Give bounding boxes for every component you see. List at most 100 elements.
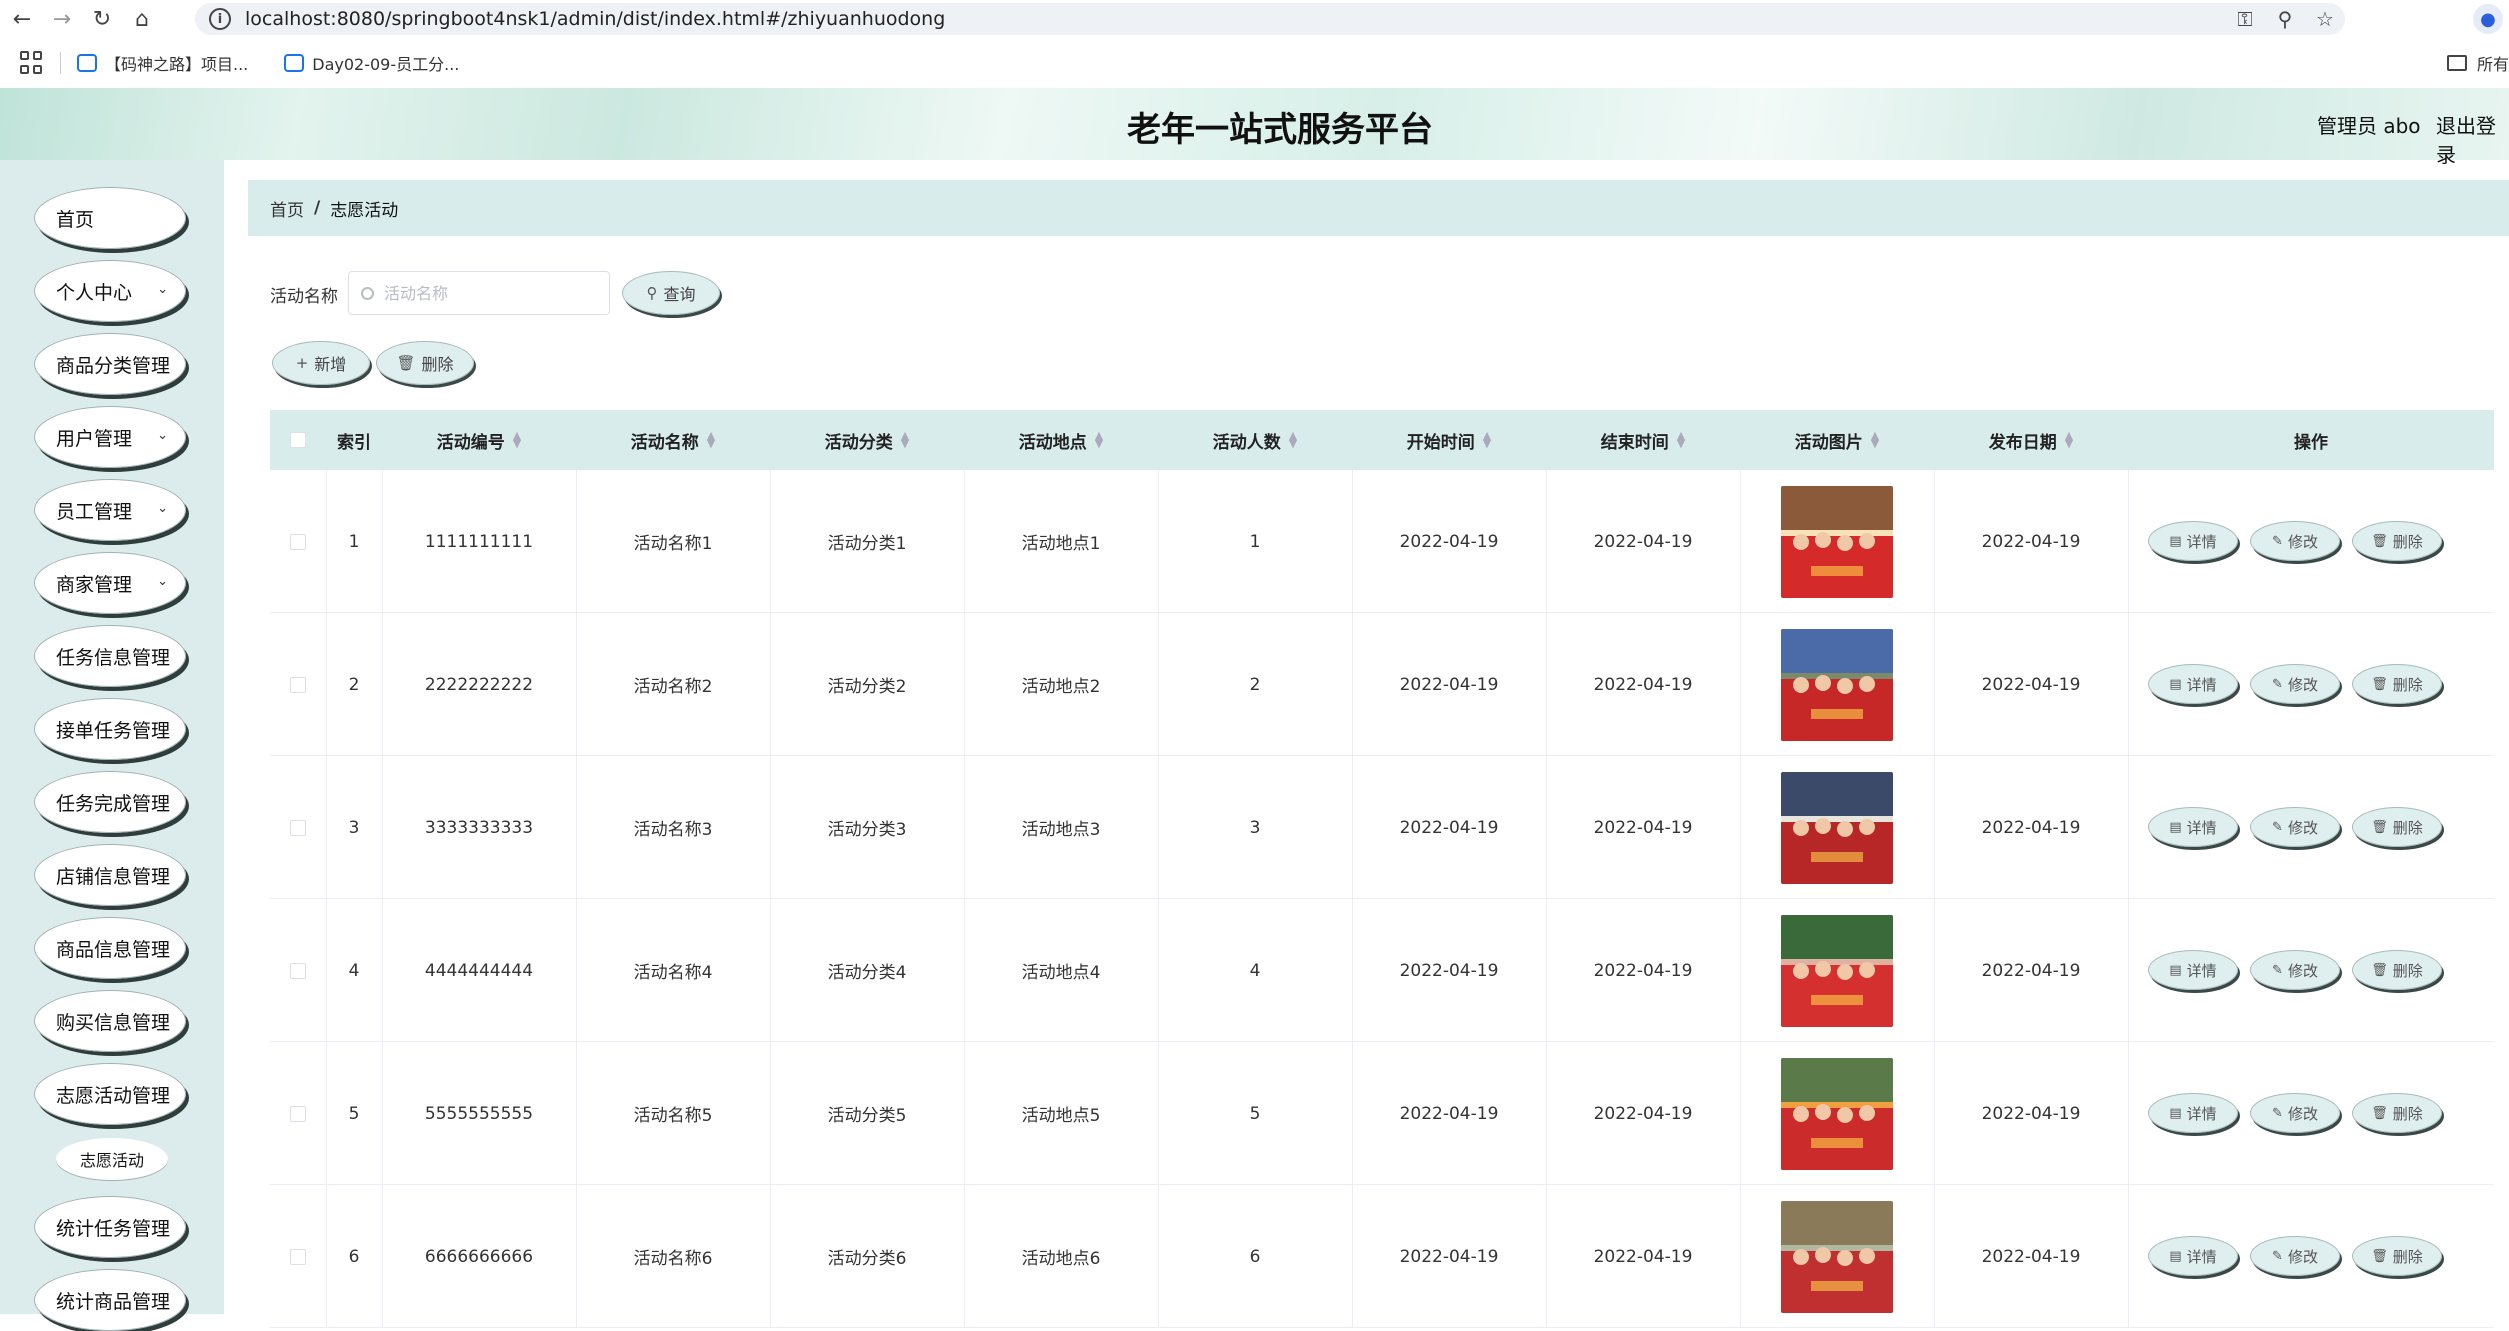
- row-checkbox[interactable]: [290, 962, 306, 979]
- delete-button[interactable]: 🗑 删除: [2352, 1236, 2442, 1276]
- profile-icon[interactable]: ●: [2473, 4, 2503, 34]
- add-button[interactable]: + 新增: [272, 341, 370, 385]
- select-cell: [270, 899, 326, 1042]
- column-header[interactable]: 活动编号 ▲ ▼: [382, 410, 576, 470]
- delete-button[interactable]: 🗑 删除: [2352, 1093, 2442, 1133]
- edit-button-label: 修改: [2287, 961, 2318, 980]
- home-icon[interactable]: ⌂: [124, 1, 160, 37]
- column-header[interactable]: 活动图片 ▲ ▼: [1740, 410, 1934, 470]
- edit-button[interactable]: ✎ 修改: [2250, 1093, 2340, 1133]
- batch-delete-button[interactable]: 🗑 删除: [376, 341, 474, 385]
- sidebar-subitem-volunteer-activity[interactable]: 志愿活动: [56, 1138, 168, 1180]
- sidebar-item-purchase-info[interactable]: 购买信息管理: [34, 990, 186, 1052]
- sidebar-item-task-statistics[interactable]: 统计任务管理: [34, 1196, 186, 1258]
- column-header[interactable]: 活动名称 ▲ ▼: [576, 410, 770, 470]
- sidebar-item-home[interactable]: 首页: [34, 187, 186, 249]
- edit-button[interactable]: ✎ 修改: [2250, 664, 2340, 704]
- edit-button[interactable]: ✎ 修改: [2250, 521, 2340, 561]
- sidebar-item-label: 员工管理: [56, 500, 133, 523]
- column-header[interactable]: 活动地点 ▲ ▼: [964, 410, 1158, 470]
- edit-button-label: 修改: [2287, 818, 2318, 837]
- apps-grid-icon[interactable]: [20, 51, 44, 75]
- search-input[interactable]: [382, 282, 582, 304]
- star-icon[interactable]: ☆: [2305, 7, 2345, 31]
- sort-icon[interactable]: ▲ ▼: [1483, 430, 1491, 449]
- bookmark-item[interactable]: 【码神之路】项目...: [77, 51, 248, 75]
- sidebar-item-merchant-management[interactable]: 商家管理 ⌄: [34, 552, 186, 614]
- detail-button[interactable]: ▤ 详情: [2148, 1236, 2238, 1276]
- row-checkbox[interactable]: [290, 1248, 306, 1265]
- sort-icon[interactable]: ▲ ▼: [901, 430, 909, 449]
- sidebar-item-volunteer-management[interactable]: 志愿活动管理: [34, 1063, 186, 1125]
- sidebar-item-product-category[interactable]: 商品分类管理: [34, 333, 186, 395]
- activity-photo[interactable]: [1781, 1057, 1893, 1170]
- sort-icon[interactable]: ▲ ▼: [707, 430, 715, 449]
- column-header[interactable]: 开始时间 ▲ ▼: [1352, 410, 1546, 470]
- sort-icon[interactable]: ▲ ▼: [1289, 430, 1297, 449]
- sidebar-item-label: 个人中心: [56, 281, 133, 304]
- sort-icon[interactable]: ▲ ▼: [513, 430, 521, 449]
- sort-icon[interactable]: ▲ ▼: [2065, 430, 2073, 449]
- site-info-icon[interactable]: i: [209, 8, 231, 30]
- detail-button[interactable]: ▤ 详情: [2148, 1093, 2238, 1133]
- detail-button[interactable]: ▤ 详情: [2148, 807, 2238, 847]
- row-checkbox[interactable]: [290, 533, 306, 550]
- bookmarks-divider: [60, 52, 61, 74]
- breadcrumb-home[interactable]: 首页: [270, 196, 304, 221]
- activity-photo[interactable]: [1781, 1200, 1893, 1313]
- activity-photo[interactable]: [1781, 771, 1893, 884]
- activity-photo[interactable]: [1781, 485, 1893, 598]
- browser-toolbar: ← → ↻ ⌂ i localhost:8080/springboot4nsk1…: [0, 0, 2509, 38]
- column-header[interactable]: 活动人数 ▲ ▼: [1158, 410, 1352, 470]
- edit-button[interactable]: ✎ 修改: [2250, 1236, 2340, 1276]
- sort-icon[interactable]: ▲ ▼: [1677, 430, 1685, 449]
- reload-icon[interactable]: ↻: [84, 1, 120, 37]
- column-header[interactable]: 活动分类 ▲ ▼: [770, 410, 964, 470]
- all-bookmarks[interactable]: 所有: [2446, 38, 2509, 88]
- forward-icon[interactable]: →: [44, 1, 80, 37]
- bookmark-item[interactable]: Day02-09-员工分...: [284, 51, 459, 75]
- edit-button[interactable]: ✎ 修改: [2250, 807, 2340, 847]
- column-divider: [964, 899, 965, 1042]
- cell-text: 4: [1249, 960, 1261, 981]
- key-icon[interactable]: ⚿: [2225, 7, 2265, 31]
- column-header[interactable]: 发布日期 ▲ ▼: [1934, 410, 2128, 470]
- cell-code: 6666666666: [382, 1185, 576, 1328]
- detail-button[interactable]: ▤ 详情: [2148, 521, 2238, 561]
- breadcrumb-current: 志愿活动: [330, 200, 399, 221]
- row-checkbox[interactable]: [290, 819, 306, 836]
- sidebar-item-user-management[interactable]: 用户管理 ⌄: [34, 406, 186, 468]
- activity-photo[interactable]: [1781, 628, 1893, 741]
- cell-pub: 2022-04-19: [1934, 1042, 2128, 1185]
- sort-icon[interactable]: ▲ ▼: [1095, 430, 1103, 449]
- detail-button[interactable]: ▤ 详情: [2148, 950, 2238, 990]
- sidebar-item-product-statistics[interactable]: 统计商品管理: [34, 1269, 186, 1331]
- logout-link[interactable]: 退出登录: [2436, 110, 2509, 168]
- search-button[interactable]: ⚲ 查询: [622, 271, 720, 315]
- sidebar-item-task-info[interactable]: 任务信息管理: [34, 625, 186, 687]
- detail-button[interactable]: ▤ 详情: [2148, 664, 2238, 704]
- sidebar-item-task-complete[interactable]: 任务完成管理: [34, 771, 186, 833]
- row-checkbox[interactable]: [290, 676, 306, 693]
- row-checkbox[interactable]: [290, 1105, 306, 1122]
- delete-button[interactable]: 🗑 删除: [2352, 521, 2442, 561]
- sidebar-item-shop-info[interactable]: 店铺信息管理: [34, 844, 186, 906]
- delete-button[interactable]: 🗑 删除: [2352, 807, 2442, 847]
- edit-button[interactable]: ✎ 修改: [2250, 950, 2340, 990]
- sidebar-item-product-info[interactable]: 商品信息管理: [34, 917, 186, 979]
- activity-photo[interactable]: [1781, 914, 1893, 1027]
- sidebar-item-accepted-task[interactable]: 接单任务管理: [34, 698, 186, 760]
- column-header[interactable]: 结束时间 ▲ ▼: [1546, 410, 1740, 470]
- cell-category: 活动分类3: [770, 756, 964, 899]
- sidebar-item-staff-management[interactable]: 员工管理 ⌄: [34, 479, 186, 541]
- back-icon[interactable]: ←: [4, 1, 40, 37]
- address-bar[interactable]: i localhost:8080/springboot4nsk1/admin/d…: [195, 3, 2345, 35]
- search-field[interactable]: [348, 271, 610, 315]
- cell-text: 2022-04-19: [1399, 1246, 1499, 1267]
- delete-button[interactable]: 🗑 删除: [2352, 664, 2442, 704]
- delete-button[interactable]: 🗑 删除: [2352, 950, 2442, 990]
- sort-icon[interactable]: ▲ ▼: [1871, 430, 1879, 449]
- select-all-checkbox[interactable]: [290, 432, 306, 448]
- zoom-icon[interactable]: ⚲: [2265, 7, 2305, 31]
- sidebar-item-personal-center[interactable]: 个人中心 ⌄: [34, 260, 186, 322]
